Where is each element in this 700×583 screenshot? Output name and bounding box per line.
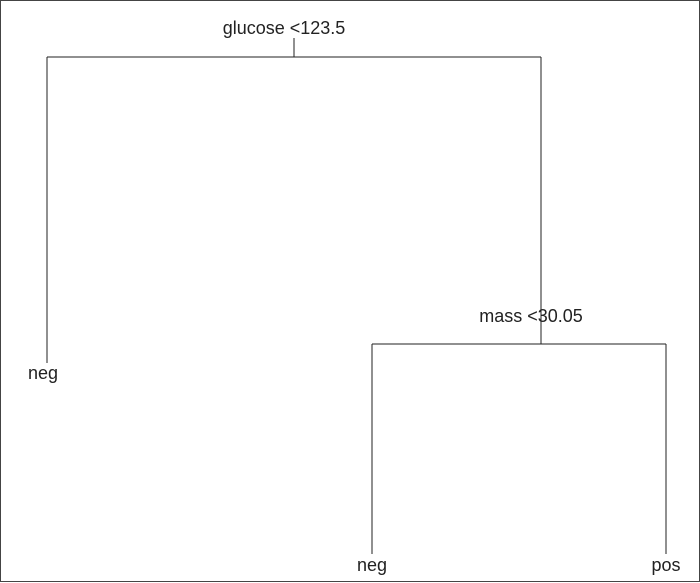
leaf-right-right-label: pos (651, 556, 680, 574)
root-split-label: glucose <123.5 (223, 19, 346, 37)
leaf-left-label: neg (28, 364, 58, 382)
decision-tree-diagram: glucose <123.5 neg mass <30.05 neg pos (0, 0, 700, 582)
right-split-label: mass <30.05 (479, 307, 583, 325)
leaf-right-left-label: neg (357, 556, 387, 574)
tree-edges (1, 1, 700, 583)
